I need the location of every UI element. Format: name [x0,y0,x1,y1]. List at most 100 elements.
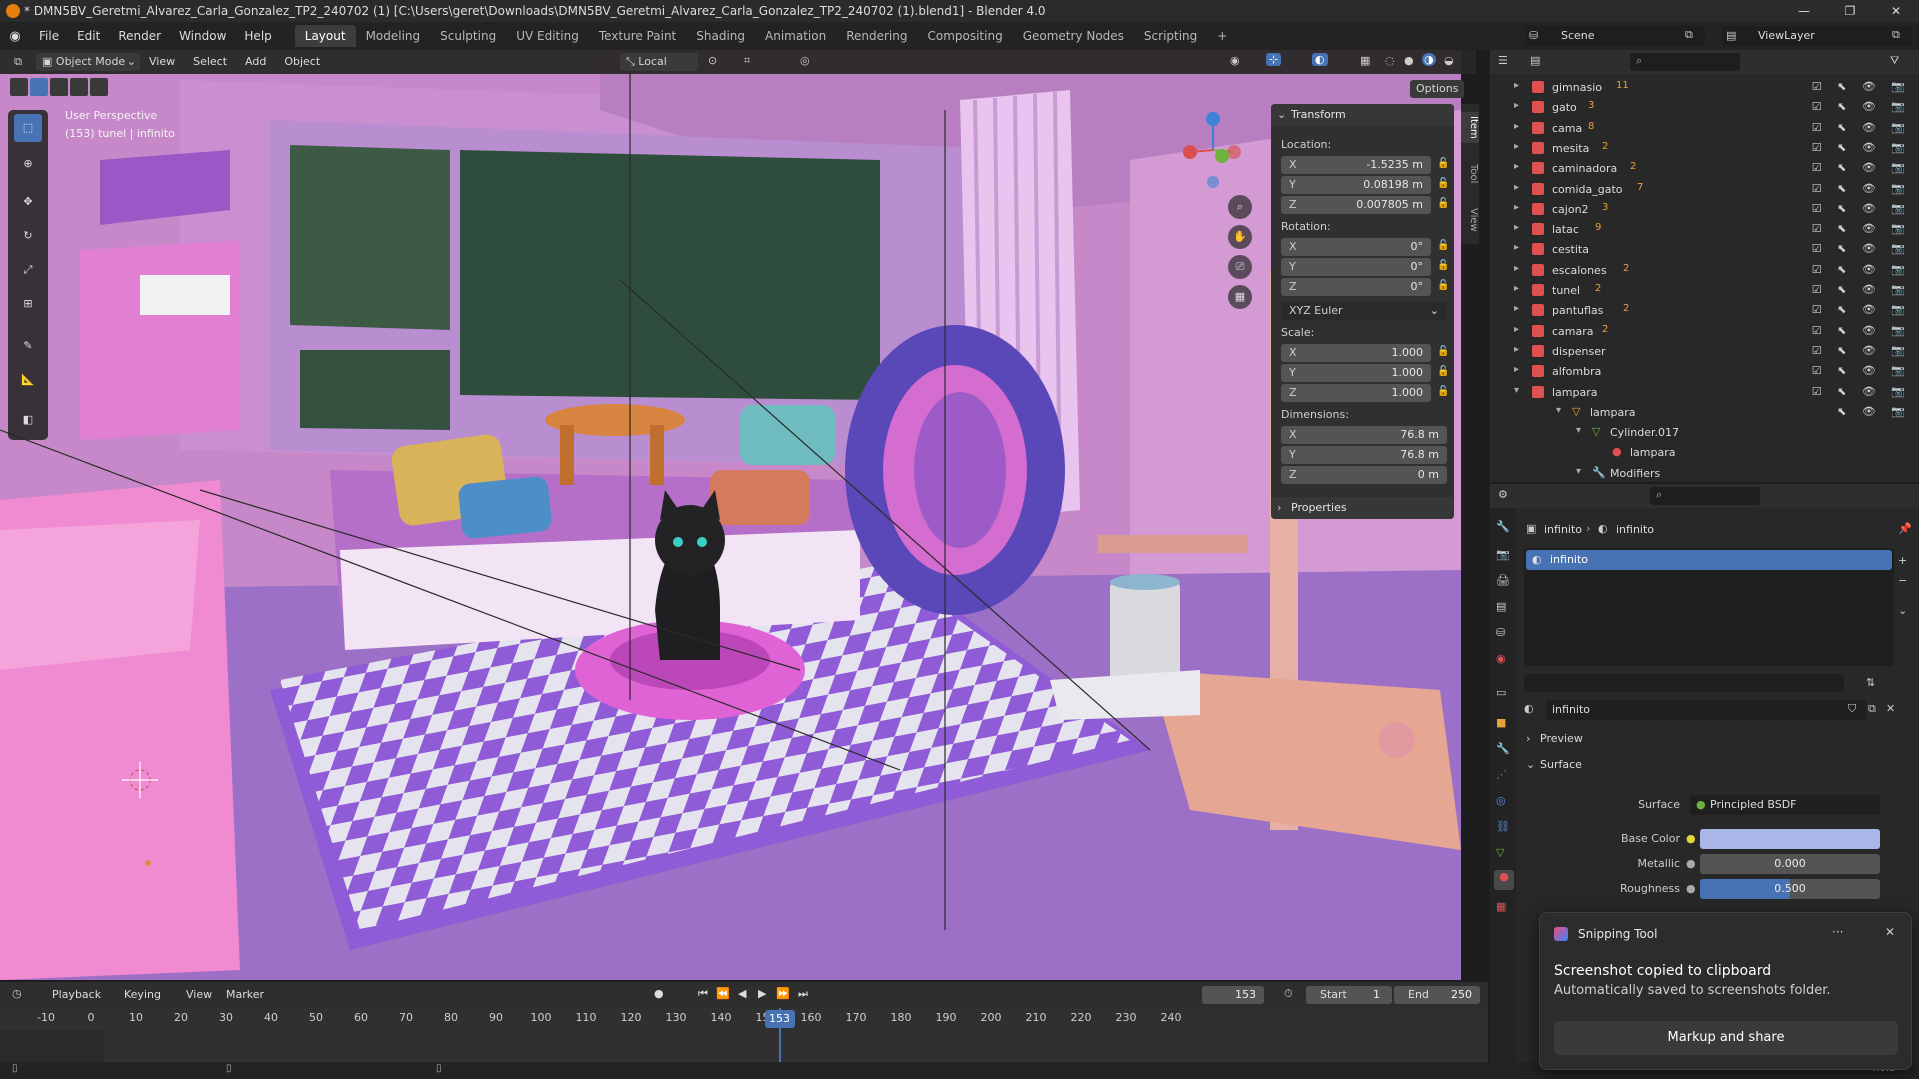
tab-animation[interactable]: Animation [755,25,836,47]
outliner-row[interactable]: ▸ mesita 2 ☑ ⬉ 👁 📷 [1490,139,1919,159]
render-tab-icon[interactable]: 📷 [1496,548,1510,561]
filter-icon[interactable]: ⛛ [1890,54,1899,68]
rendered-shading-icon[interactable]: ◒ [1444,54,1454,67]
lock-icon[interactable]: 🔓 [1437,260,1449,271]
location-x-field[interactable]: X -1.5235 m [1281,156,1431,174]
outliner-row[interactable]: ▸ camara 2 ☑ ⬉ 👁 📷 [1490,322,1919,342]
outliner-row[interactable]: ▸ escalones 2 ☑ ⬉ 👁 📷 [1490,261,1919,281]
mode-selector[interactable]: ▣ Object Mode ⌄ [36,53,140,71]
play-icon[interactable]: ▶ [758,987,766,1000]
blender-menu-icon[interactable]: ◉ [0,29,30,44]
tool-tab-icon[interactable]: 🔧 [1496,520,1510,533]
material-browse-icon[interactable]: ◐ [1524,702,1534,715]
select-invert-icon[interactable] [70,78,88,96]
visibility-toggles[interactable]: ☑ ⬉ 👁 📷 [1812,141,1911,154]
scale-z-field[interactable]: Z 1.000 [1281,384,1431,402]
visibility-toggles[interactable]: ☑ ⬉ 👁 📷 [1812,202,1911,215]
chevron-right-icon[interactable]: ▸ [1514,100,1519,111]
pan-icon[interactable]: ✋ [1228,225,1252,249]
chevron-right-icon[interactable]: ▸ [1514,80,1519,91]
timeline-ruler[interactable]: -100102030405060708090100110120130140150… [0,1008,1488,1030]
proportional-edit-icon[interactable]: ◎ [800,54,810,67]
rotation-y-field[interactable]: Y 0° [1281,258,1431,276]
visibility-toggles[interactable]: ⬉ 👁 📷 [1837,405,1911,418]
timeline-menu-keying[interactable]: Keying [124,988,161,1001]
chevron-right-icon[interactable]: ▸ [1514,344,1519,355]
lock-icon[interactable]: 🔓 [1437,386,1449,397]
visibility-toggles[interactable]: ☑ ⬉ 👁 📷 [1812,263,1911,276]
outliner-child-row[interactable]: ● lampara [1490,443,1919,463]
select-intersect-icon[interactable] [90,78,108,96]
lock-icon[interactable]: 🔓 [1437,346,1449,357]
chevron-down-icon[interactable]: ▾ [1514,385,1519,396]
display-mode-icon[interactable]: ▤ [1530,54,1540,67]
tab-compositing[interactable]: Compositing [917,25,1012,47]
texture-tab-icon[interactable]: ▦ [1496,900,1506,913]
material-tab-icon[interactable]: ● [1494,870,1514,890]
chevron-right-icon[interactable]: ▸ [1514,283,1519,294]
physics-tab-icon[interactable]: ◎ [1496,794,1506,807]
navigation-gizmo[interactable] [1178,110,1248,190]
end-frame-field[interactable]: End 250 [1394,986,1480,1004]
data-tab-icon[interactable]: ▽ [1496,846,1504,859]
start-frame-field[interactable]: Start 1 [1306,986,1392,1004]
use-preview-range-icon[interactable]: ⏱ [1284,987,1293,1001]
viewport-menu-select[interactable]: Select [184,50,236,74]
material-name-field[interactable]: infinito [1546,700,1866,720]
visibility-toggles[interactable]: ☑ ⬉ 👁 📷 [1812,182,1911,195]
solid-shading-icon[interactable]: ● [1404,54,1414,67]
outliner-row[interactable]: ▸ comida_gato 7 ☑ ⬉ 👁 📷 [1490,180,1919,200]
toast-more-button[interactable]: ··· [1832,925,1843,939]
menu-render[interactable]: Render [109,22,170,50]
fake-user-icon[interactable]: ⛉ [1848,702,1856,716]
visibility-toggles[interactable]: ☑ ⬉ 👁 📷 [1812,222,1911,235]
rotation-mode-select[interactable]: XYZ Euler ⌄ [1281,302,1447,320]
slot-filter-field[interactable] [1524,674,1844,692]
menu-window[interactable]: Window [170,22,235,50]
pin-icon[interactable]: 📌 [1898,522,1912,535]
preview-panel-header[interactable]: › Preview [1520,728,1916,750]
visibility-toggles[interactable]: ☑ ⬉ 👁 📷 [1812,283,1911,296]
visibility-toggles[interactable]: ☑ ⬉ 👁 📷 [1812,303,1911,316]
tab-sculpting[interactable]: Sculpting [430,25,506,47]
dimensions-z-field[interactable]: Z0 m [1281,466,1447,484]
add-slot-icon[interactable]: + [1898,554,1907,567]
overlay-toggle-icon[interactable]: ◐ [1312,53,1328,66]
zoom-icon[interactable]: ⌕ [1228,195,1252,219]
tab-item[interactable]: Item [1461,112,1479,143]
tab-tool[interactable]: Tool [1461,160,1479,187]
lock-icon[interactable]: 🔓 [1437,178,1449,189]
unlink-material-icon[interactable]: ✕ [1886,702,1895,715]
properties-search-field[interactable] [1650,487,1760,505]
outliner-row[interactable]: ▸ pantuflas 2 ☑ ⬉ 👁 📷 [1490,301,1919,321]
maximize-button[interactable]: ❐ [1827,0,1873,22]
prev-keyframe-icon[interactable]: ⏪ [716,987,730,1000]
metallic-field[interactable]: 0.000 [1700,854,1880,874]
timeline-menu-playback[interactable]: Playback [52,988,101,1001]
outliner-row[interactable]: ▸ cama 8 ☑ ⬉ 👁 📷 [1490,119,1919,139]
jump-end-icon[interactable]: ⏭ [798,987,808,1001]
visibility-toggles[interactable]: ☑ ⬉ 👁 📷 [1812,80,1911,93]
viewport-menu-view[interactable]: View [140,50,184,74]
outliner-child-row[interactable]: ▾ 🔧 Modifiers [1490,464,1919,482]
base-color-swatch[interactable] [1700,829,1880,849]
properties-editor-icon[interactable]: ⚙ [1498,488,1508,501]
chevron-right-icon[interactable]: ▸ [1514,121,1519,132]
viewport-menu-object[interactable]: Object [275,50,329,74]
xray-toggle-icon[interactable]: ▦ [1360,54,1370,67]
wireframe-shading-icon[interactable]: ◌ [1385,54,1395,67]
visibility-toggles[interactable]: ☑ ⬉ 👁 📷 [1812,100,1911,113]
collection-tab-icon[interactable]: ▭ [1496,686,1506,699]
jump-start-icon[interactable]: ⏮ [698,987,708,1001]
outliner-row[interactable]: ▸ latac 9 ☑ ⬉ 👁 📷 [1490,220,1919,240]
visibility-toggles[interactable]: ☑ ⬉ 👁 📷 [1812,161,1911,174]
outliner-search-field[interactable] [1630,53,1740,71]
chevron-right-icon[interactable]: ▸ [1514,263,1519,274]
toast-close-button[interactable]: ✕ [1885,925,1895,939]
object-tab-icon[interactable]: ■ [1496,716,1506,729]
roughness-field[interactable]: 0.500 [1700,879,1880,899]
outliner-row[interactable]: ▸ cestita ☑ ⬉ 👁 📷 [1490,240,1919,260]
tab-texture-paint[interactable]: Texture Paint [589,25,686,47]
duplicate-material-icon[interactable]: ⧉ [1868,702,1876,716]
tab-modeling[interactable]: Modeling [356,25,431,47]
